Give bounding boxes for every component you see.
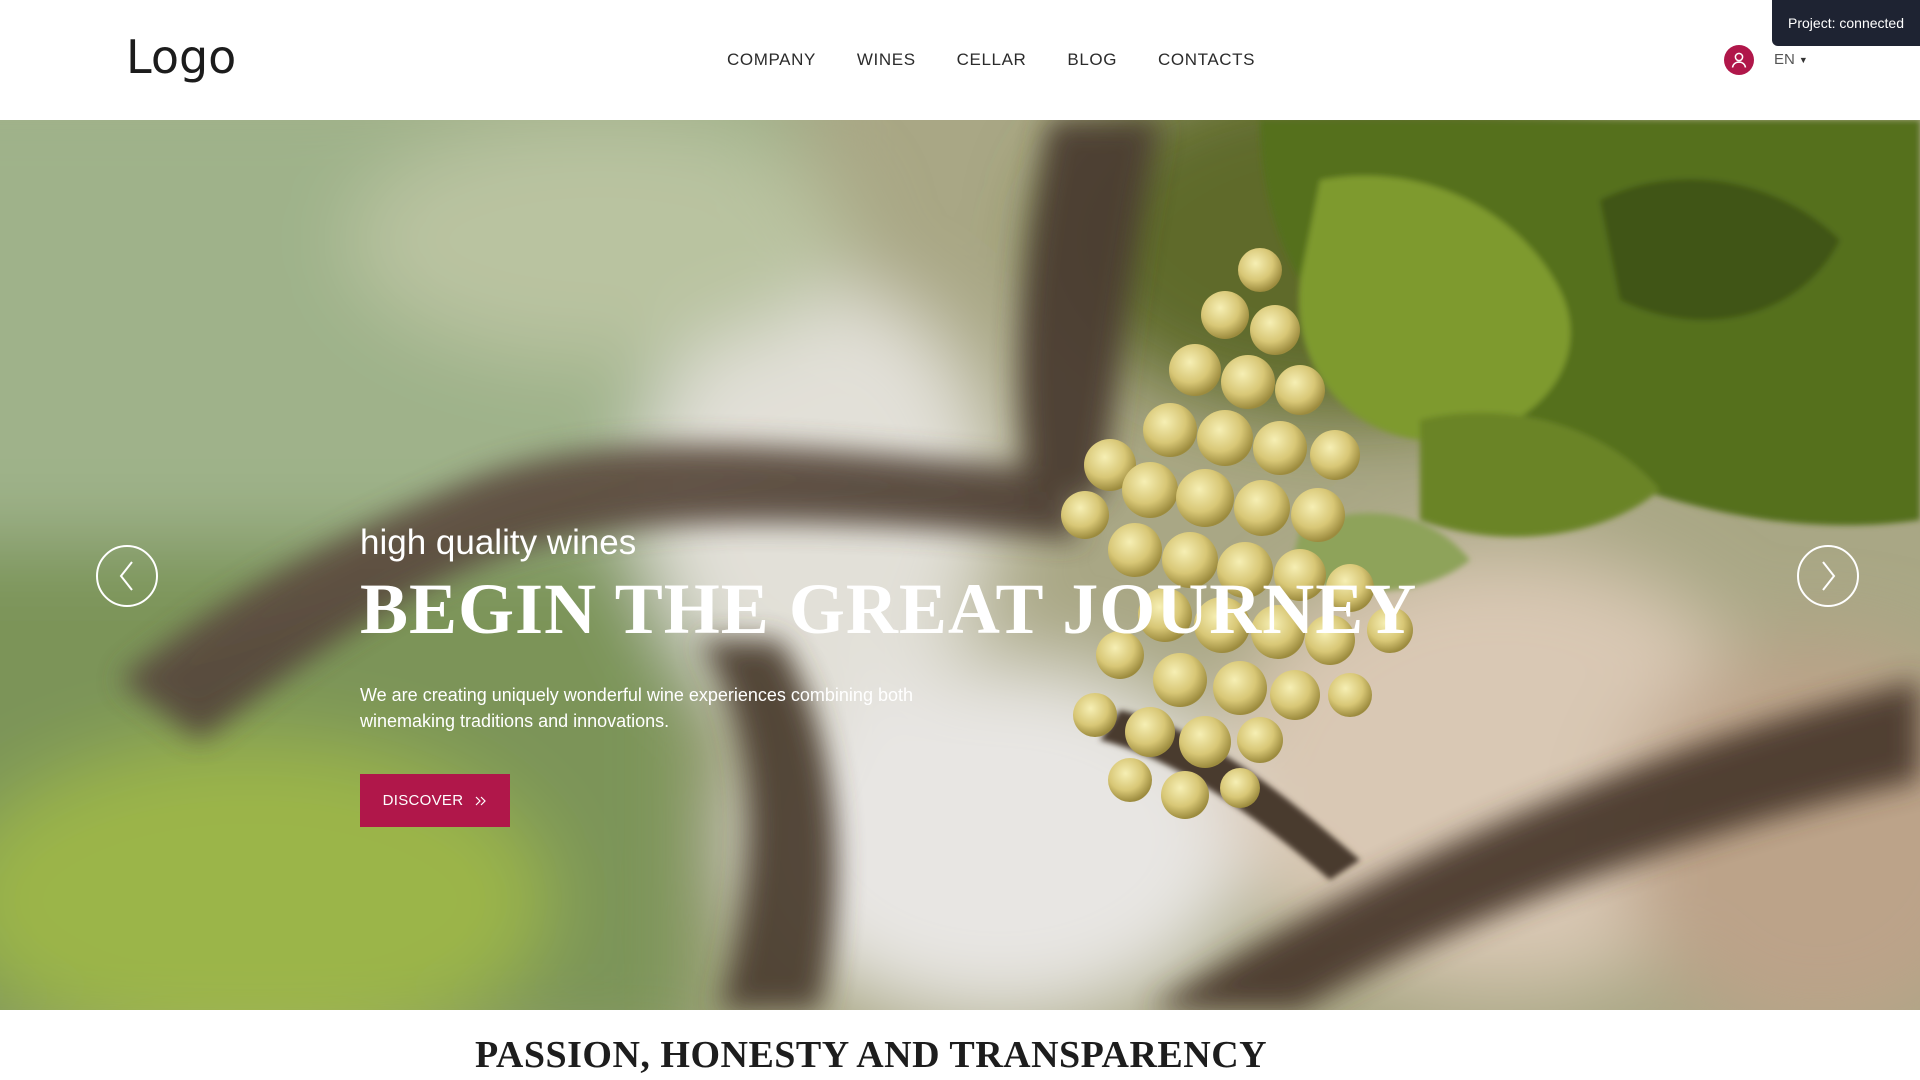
main-nav: COMPANY WINES CELLAR BLOG CONTACTS [727, 50, 1296, 70]
project-status-badge: Project: connected [1772, 0, 1920, 46]
slider-prev-button[interactable] [96, 545, 158, 607]
logo[interactable]: Logo [126, 30, 236, 84]
hero-headline: BEGIN THE GREAT JOURNEY [360, 569, 1418, 649]
discover-button[interactable]: DISCOVER [360, 774, 510, 827]
hero-subtitle: high quality wines [360, 523, 637, 562]
language-selector[interactable]: EN ▼ [1774, 51, 1808, 68]
discover-button-label: DISCOVER [382, 792, 464, 809]
user-glyph-icon [1731, 52, 1747, 68]
slider-next-button[interactable] [1797, 545, 1859, 607]
user-icon[interactable] [1724, 45, 1754, 75]
nav-item-wines[interactable]: WINES [857, 50, 916, 70]
vineyard-grapes-image [0, 120, 1920, 1010]
nav-item-cellar[interactable]: CELLAR [957, 50, 1027, 70]
nav-item-blog[interactable]: BLOG [1067, 50, 1117, 70]
section-title: PASSION, HONESTY AND TRANSPARENCY [475, 1034, 1268, 1076]
site-header: Logo COMPANY WINES CELLAR BLOG CONTACTS … [0, 0, 1920, 120]
nav-item-company[interactable]: COMPANY [727, 50, 816, 70]
nav-item-contacts[interactable]: CONTACTS [1158, 50, 1255, 70]
language-label: EN [1774, 51, 1795, 68]
chevron-right-icon [1822, 561, 1836, 591]
chevron-left-icon [119, 561, 133, 591]
double-chevron-right-icon [475, 796, 487, 805]
caret-down-icon: ▼ [1798, 54, 1808, 65]
hero-slider: high quality wines BEGIN THE GREAT JOURN… [0, 120, 1920, 1010]
hero-description: We are creating uniquely wonderful wine … [360, 685, 913, 731]
